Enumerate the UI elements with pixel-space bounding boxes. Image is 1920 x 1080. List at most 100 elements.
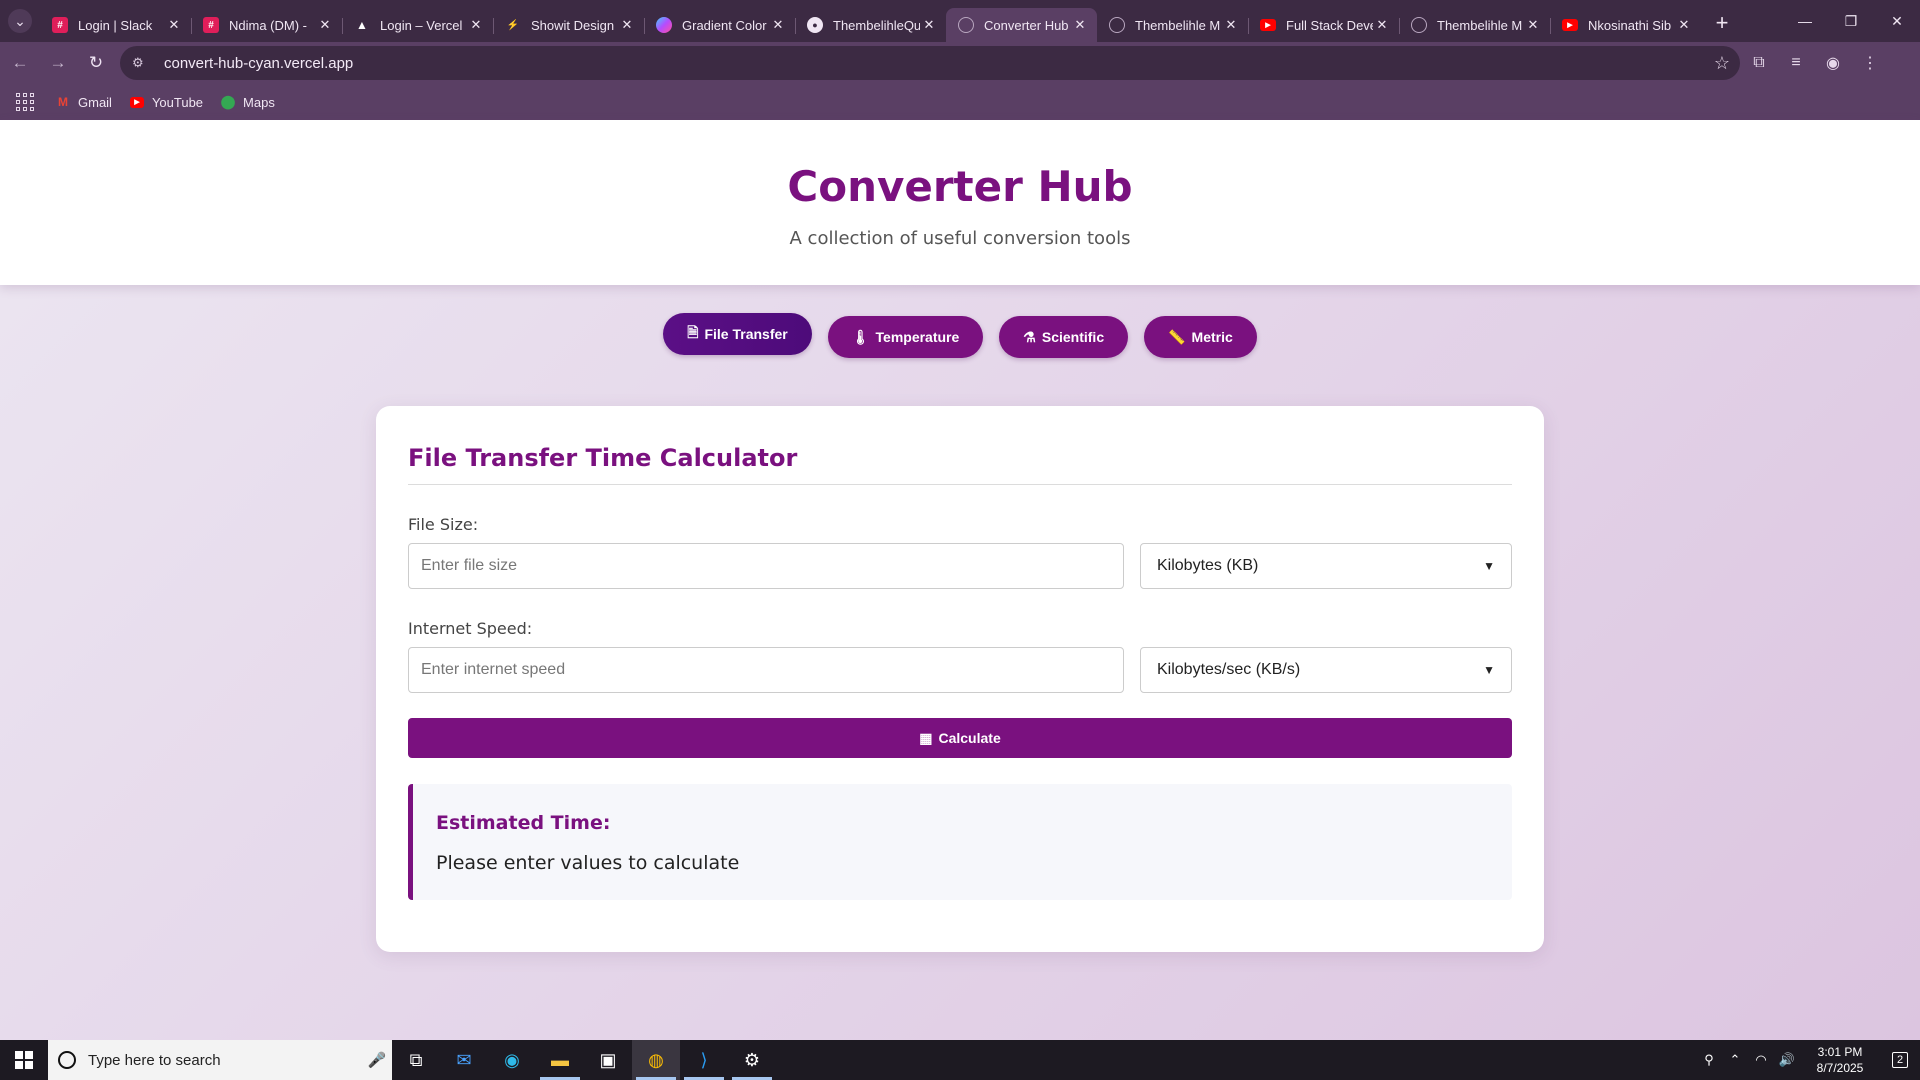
bookmark-label: Gmail — [78, 94, 112, 110]
bookmark-gmail[interactable]: M Gmail — [56, 95, 112, 110]
tab-title: Login | Slack — [78, 17, 153, 33]
file-size-unit-value: Kilobytes (KB) — [1157, 557, 1259, 574]
microphone-icon[interactable]: 🎤 — [362, 1051, 392, 1069]
notification-icon[interactable]: 2 — [1880, 1040, 1920, 1080]
menu-kebab-icon[interactable]: ⋮ — [1852, 45, 1888, 81]
close-icon[interactable]: ✕ — [1373, 16, 1391, 34]
nav-file-transfer-button[interactable]: 🗎 File Transfer — [663, 313, 812, 355]
close-icon[interactable]: ✕ — [769, 16, 787, 34]
github-icon: ● — [807, 17, 823, 33]
close-window-icon[interactable]: ✕ — [1874, 0, 1920, 42]
calculator-title: File Transfer Time Calculator — [408, 444, 798, 472]
nav-temperature-button[interactable]: 🌡 Temperature — [827, 316, 984, 358]
close-icon[interactable]: ✕ — [1524, 16, 1542, 34]
tab-slack-dm[interactable]: # Ndima (DM) - ✕ — [191, 8, 342, 42]
file-size-label: File Size: — [408, 515, 479, 534]
media-controls-icon[interactable]: ≡ — [1778, 45, 1814, 81]
browser-tab-strip: ⌄ # Login | Slack ✕ # Ndima (DM) - ✕ ▲ L… — [0, 0, 1920, 42]
mail-icon[interactable]: ✉ — [440, 1040, 488, 1080]
converter-nav: 🗎 File Transfer 🌡 Temperature ⚗ Scientif… — [0, 313, 1920, 358]
chrome-icon[interactable]: ◍ — [632, 1040, 680, 1080]
omnibox[interactable]: ⚙ convert-hub-cyan.vercel.app ☆ — [120, 46, 1740, 80]
tab-github[interactable]: ● ThembelihleQu ✕ — [795, 8, 946, 42]
close-icon[interactable]: ✕ — [316, 16, 334, 34]
new-tab-button[interactable]: + — [1705, 6, 1739, 40]
terminal-icon[interactable]: ▣ — [584, 1040, 632, 1080]
url-text[interactable]: convert-hub-cyan.vercel.app — [164, 55, 1704, 72]
people-icon[interactable]: ⚲ — [1696, 1052, 1722, 1068]
tab-nkosinathi[interactable]: ▶ Nkosinathi Sib ✕ — [1550, 8, 1701, 42]
bookmark-maps[interactable]: ⬤ Maps — [221, 94, 275, 110]
nav-metric-button[interactable]: 📏 Metric — [1144, 316, 1257, 358]
network-icon[interactable]: ◠ — [1748, 1052, 1774, 1068]
minimize-icon[interactable]: — — [1782, 0, 1828, 42]
gradient-icon — [656, 17, 672, 33]
result-panel: Estimated Time: Please enter values to c… — [408, 784, 1512, 900]
tab-full-stack[interactable]: ▶ Full Stack Deve ✕ — [1248, 8, 1399, 42]
window-controls: — ❐ ✕ — [1782, 0, 1920, 42]
chevron-up-icon[interactable]: ⌃ — [1722, 1052, 1748, 1068]
page-content: Converter Hub A collection of useful con… — [0, 120, 1920, 1040]
tab-thembelihle-2[interactable]: Thembelihle M ✕ — [1399, 8, 1550, 42]
tab-title: Thembelihle M — [1437, 17, 1523, 33]
system-tray: ⚲ ⌃ ◠ 🔊 3:01 PM 8/7/2025 2 — [1696, 1040, 1920, 1080]
result-title: Estimated Time: — [436, 812, 611, 834]
bookmark-youtube[interactable]: ▶ YouTube — [129, 95, 203, 110]
ruler-icon: 📏 — [1168, 328, 1186, 345]
file-size-unit-select[interactable]: Kilobytes (KB) ▼ — [1140, 543, 1512, 589]
close-icon[interactable]: ✕ — [618, 16, 636, 34]
showit-icon: ⚡ — [506, 19, 520, 31]
profile-icon[interactable]: ◉ — [1815, 45, 1851, 81]
tab-title: Thembelihle M — [1135, 17, 1221, 33]
site-settings-icon[interactable]: ⚙ — [132, 55, 152, 71]
close-icon[interactable]: ✕ — [1222, 16, 1240, 34]
tab-title: Converter Hub — [984, 17, 1069, 33]
nav-label: Scientific — [1041, 329, 1105, 345]
tab-title: Nkosinathi Sib — [1588, 17, 1672, 33]
back-icon[interactable]: ← — [2, 45, 38, 81]
internet-speed-input[interactable] — [408, 647, 1124, 693]
clock-date: 8/7/2025 — [1816, 1061, 1864, 1075]
task-view-icon[interactable]: ⧉ — [392, 1040, 440, 1080]
tab-search-button[interactable]: ⌄ — [0, 0, 40, 42]
reload-icon[interactable]: ↻ — [78, 45, 114, 81]
calculate-button[interactable]: ▦ Calculate — [408, 718, 1512, 758]
tab-title: Full Stack Deve — [1286, 17, 1373, 33]
bookmark-star-icon[interactable]: ☆ — [1704, 53, 1740, 74]
close-icon[interactable]: ✕ — [1675, 16, 1693, 34]
close-icon[interactable]: ✕ — [920, 16, 938, 34]
bookmarks-bar: M Gmail ▶ YouTube ⬤ Maps — [0, 84, 1920, 120]
vscode-icon[interactable]: ⟩ — [680, 1040, 728, 1080]
volume-icon[interactable]: 🔊 — [1774, 1052, 1800, 1068]
clock-time: 3:01 PM — [1817, 1045, 1863, 1059]
search-icon — [58, 1051, 76, 1069]
tab-gradient-color[interactable]: Gradient Color ✕ — [644, 8, 795, 42]
youtube-icon: ▶ — [129, 96, 144, 108]
globe-icon — [1109, 17, 1125, 33]
internet-speed-unit-select[interactable]: Kilobytes/sec (KB/s) ▼ — [1140, 647, 1512, 693]
forward-icon[interactable]: → — [40, 45, 76, 81]
close-icon[interactable]: ✕ — [467, 16, 485, 34]
tab-thembelihle-1[interactable]: Thembelihle M ✕ — [1097, 8, 1248, 42]
extensions-icon[interactable]: ⧉ — [1741, 45, 1777, 81]
tab-converter-hub[interactable]: Converter Hub ✕ — [946, 8, 1097, 42]
clock[interactable]: 3:01 PM 8/7/2025 — [1800, 1044, 1880, 1076]
close-icon[interactable]: ✕ — [1071, 16, 1089, 34]
globe-icon — [1411, 17, 1427, 33]
file-export-icon: 🗎 — [687, 324, 699, 340]
close-icon[interactable]: ✕ — [165, 16, 183, 34]
taskbar-search-box[interactable]: Type here to search 🎤 — [48, 1040, 392, 1080]
settings-gear-icon[interactable]: ⚙ — [728, 1040, 776, 1080]
tab-vercel-login[interactable]: ▲ Login – Vercel ✕ — [342, 8, 493, 42]
page-title: Converter Hub — [787, 162, 1133, 211]
tab-slack-login[interactable]: # Login | Slack ✕ — [40, 8, 191, 42]
nav-scientific-button[interactable]: ⚗ Scientific — [999, 316, 1129, 358]
restore-icon[interactable]: ❐ — [1828, 0, 1874, 42]
windows-start-icon[interactable] — [0, 1040, 48, 1080]
tab-showit[interactable]: ⚡ Showit Design ✕ — [493, 8, 644, 42]
file-size-input[interactable] — [408, 543, 1124, 589]
edge-icon[interactable]: ◉ — [488, 1040, 536, 1080]
tab-list: # Login | Slack ✕ # Ndima (DM) - ✕ ▲ Log… — [40, 0, 1701, 42]
apps-grid-icon[interactable] — [16, 93, 34, 111]
file-explorer-icon[interactable]: ▬ — [536, 1040, 584, 1080]
